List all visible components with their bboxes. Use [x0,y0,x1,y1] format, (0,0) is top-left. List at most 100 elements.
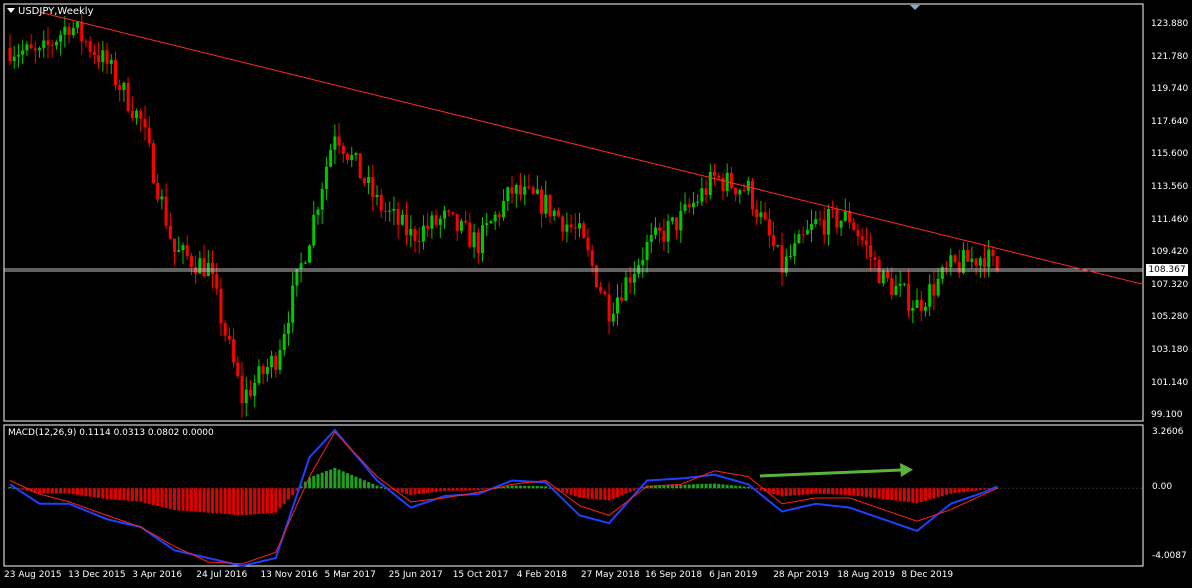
macd-histogram-bar [717,483,721,489]
candle-body [438,218,442,225]
candle-body [80,21,84,42]
date-tick-label: 28 Apr 2019 [773,570,829,580]
candle-body [869,245,873,258]
candle-body [759,212,763,218]
macd-histogram-bar [945,488,949,495]
candle-body [299,263,303,270]
candle-body [282,333,286,350]
price-tick-label: 123.880 [1151,19,1189,29]
macd-histogram-bar [721,484,725,489]
chart-canvas[interactable] [0,0,1192,588]
candle-body [835,209,839,228]
candle-body [653,227,657,235]
candle-body [649,234,653,243]
macd-histogram-bar [586,488,590,499]
candle-body [632,273,636,283]
macd-histogram-bar [915,488,919,504]
candle-body [329,149,333,167]
macd-histogram-bar [510,485,514,489]
candle-body [54,41,58,46]
candle-body [257,366,261,383]
macd-histogram-bar [451,488,455,491]
candle-body [523,186,527,195]
candle-body [603,291,607,295]
macd-histogram-bar [76,488,79,495]
candle-body [227,335,231,340]
candle-body [763,212,767,220]
candle-body [274,355,278,370]
candle-body [346,153,349,161]
candle-body [734,187,738,195]
candle-body [84,41,88,43]
candle-body [974,258,978,266]
macd-histogram-bar [219,488,223,514]
candle-body [383,210,387,212]
candle-body [890,278,894,296]
candle-body [751,180,754,210]
candle-body [738,190,742,195]
dropdown-triangle-icon[interactable] [7,8,15,13]
candle-body [409,229,413,236]
macd-histogram-bar [417,488,421,495]
candle-body [691,202,695,208]
candle-body [616,297,619,314]
macd-histogram-bar [38,488,42,494]
macd-histogram-bar [590,488,594,499]
macd-histogram-bar [459,488,463,491]
candle-body [527,186,531,188]
candle-body [472,232,476,248]
candle-body [160,196,164,200]
macd-histogram-bar [240,488,244,516]
date-tick-label: 25 Jun 2017 [388,570,443,580]
macd-histogram-bar [886,488,889,500]
candle-body [864,240,868,246]
macd-histogram-bar [620,488,624,496]
macd-histogram-bar [898,488,902,502]
candle-body [493,214,497,222]
candle-body [628,277,632,283]
macd-histogram-bar [784,488,788,497]
candle-body [278,349,282,370]
candle-body [586,237,590,251]
macd-histogram-bar [405,488,409,494]
date-tick-label: 13 Nov 2016 [260,570,319,580]
candle-body [375,194,379,198]
candle-body [455,214,459,231]
macd-histogram-bar [978,488,982,491]
macd-histogram-bar [843,488,847,495]
macd-histogram-bar [957,488,961,493]
candle-body [767,219,771,236]
chart-title[interactable]: USDJPY,Weekly [7,6,94,17]
candle-body [662,230,666,242]
macd-histogram-bar [822,488,826,495]
macd-histogram-bar [316,474,320,489]
macd-histogram-bar [46,488,50,494]
macd-histogram-bar [953,488,957,494]
macd-histogram-bar [97,488,101,498]
macd-histogram-bar [282,488,286,504]
macd-histogram-bar [970,488,974,492]
candle-body [544,194,548,214]
candle-body [987,249,991,268]
candle-body [379,194,383,211]
macd-histogram-bar [961,488,965,493]
macd-histogram-bar [936,488,940,498]
candle-body [481,225,484,254]
macd-histogram-bar [413,488,417,495]
macd-histogram-bar [426,488,430,493]
macd-histogram-bar [362,480,366,489]
macd-histogram-bar [805,488,809,495]
macd-histogram-bar [801,488,805,495]
macd-histogram-bar [400,488,404,493]
candle-body [881,270,885,284]
macd-histogram-bar [881,488,885,500]
macd-histogram-bar [379,486,383,489]
candle-body [552,210,556,217]
candle-body [270,355,274,368]
candle-body [156,182,160,200]
price-tick-label: 109.420 [1151,247,1189,258]
macd-histogram-bar [527,485,531,489]
candle-body [400,214,404,225]
candle-body [675,217,679,231]
macd-tick-label: 0.00 [1152,482,1173,492]
